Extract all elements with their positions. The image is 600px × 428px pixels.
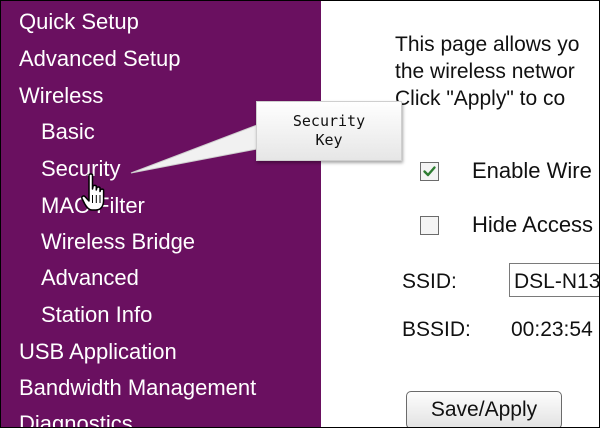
sidebar-nav: Quick Setup Advanced Setup Wireless Basi…: [1, 1, 321, 427]
callout-line-1: Security: [292, 112, 366, 130]
sidebar-item-station-info[interactable]: Station Info: [41, 302, 152, 328]
enable-wireless-label: Enable Wire: [472, 158, 592, 183]
intro-text-line-3: Click "Apply" to co: [395, 87, 566, 110]
sidebar-item-wireless[interactable]: Wireless: [19, 83, 103, 109]
ssid-label: SSID:: [402, 270, 457, 293]
sidebar-item-bandwidth-management[interactable]: Bandwidth Management: [19, 375, 256, 401]
sidebar-item-mac-filter[interactable]: MAC Filter: [41, 193, 145, 219]
sidebar-item-quick-setup[interactable]: Quick Setup: [19, 9, 139, 35]
intro-text-line-1: This page allows yo: [395, 33, 580, 56]
security-key-callout: Security Key: [256, 101, 402, 161]
sidebar-item-advanced-setup[interactable]: Advanced Setup: [19, 46, 180, 72]
sidebar-item-diagnostics[interactable]: Diagnostics: [19, 411, 133, 427]
sidebar-item-advanced[interactable]: Advanced: [41, 265, 139, 291]
checkmark-icon: [423, 166, 436, 177]
wireless-basic-panel: This page allows yo the wireless networ …: [321, 1, 599, 427]
save-apply-button[interactable]: Save/Apply: [406, 391, 562, 427]
hide-access-point-checkbox[interactable]: [420, 216, 439, 235]
sidebar-item-basic[interactable]: Basic: [41, 119, 95, 145]
sidebar-item-wireless-bridge[interactable]: Wireless Bridge: [41, 229, 195, 255]
router-admin-window: Quick Setup Advanced Setup Wireless Basi…: [0, 0, 600, 428]
sidebar-item-usb-application[interactable]: USB Application: [19, 339, 177, 365]
callout-line-2: Key: [315, 131, 343, 149]
hide-access-point-label: Hide Access: [472, 212, 594, 237]
enable-wireless-checkbox[interactable]: [420, 162, 439, 181]
bssid-label: BSSID:: [402, 318, 471, 341]
ssid-input[interactable]: [509, 263, 599, 297]
intro-text-line-2: the wireless networ: [395, 60, 575, 83]
bssid-value: 00:23:54: [511, 318, 593, 341]
sidebar-item-security[interactable]: Security: [41, 156, 120, 182]
